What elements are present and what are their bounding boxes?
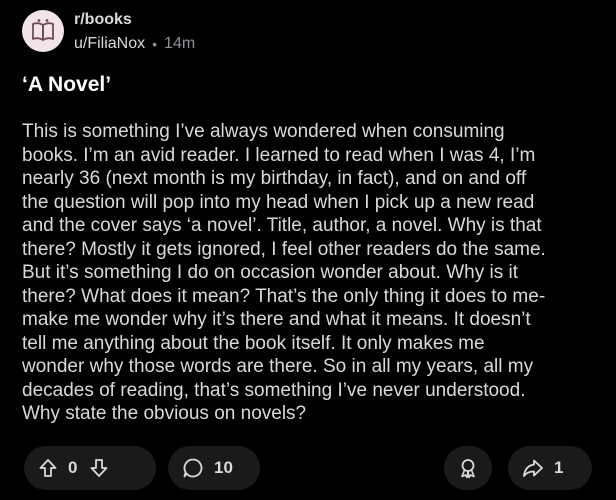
downvote-arrow-icon[interactable] xyxy=(89,458,109,478)
subreddit-avatar-icon xyxy=(29,17,57,45)
share-count: 1 xyxy=(554,458,564,477)
post-header: r/books u/FiliaNox • 14m xyxy=(22,10,195,54)
post-title: ‘A Novel’ xyxy=(22,73,112,96)
byline-separator: • xyxy=(152,36,158,52)
post-byline: u/FiliaNox • 14m xyxy=(74,34,195,54)
subreddit-name[interactable]: r/books xyxy=(74,11,195,29)
post-action-bar: 0 10 1 xyxy=(0,446,616,490)
subreddit-avatar[interactable] xyxy=(22,10,64,52)
share-arrow-icon xyxy=(522,457,544,479)
comment-count: 10 xyxy=(214,458,233,477)
award-button[interactable] xyxy=(444,446,492,490)
upvote-arrow-icon[interactable] xyxy=(38,458,58,478)
vote-control: 0 xyxy=(24,446,156,490)
vote-count: 0 xyxy=(68,458,78,477)
post-age: 14m xyxy=(164,35,196,52)
comment-bubble-icon xyxy=(182,457,204,479)
comments-button[interactable]: 10 xyxy=(168,446,260,490)
author-name[interactable]: u/FiliaNox xyxy=(74,34,145,54)
post-body: This is something I’ve always wondered w… xyxy=(22,121,546,424)
award-icon xyxy=(457,457,479,479)
share-button[interactable]: 1 xyxy=(508,446,592,490)
